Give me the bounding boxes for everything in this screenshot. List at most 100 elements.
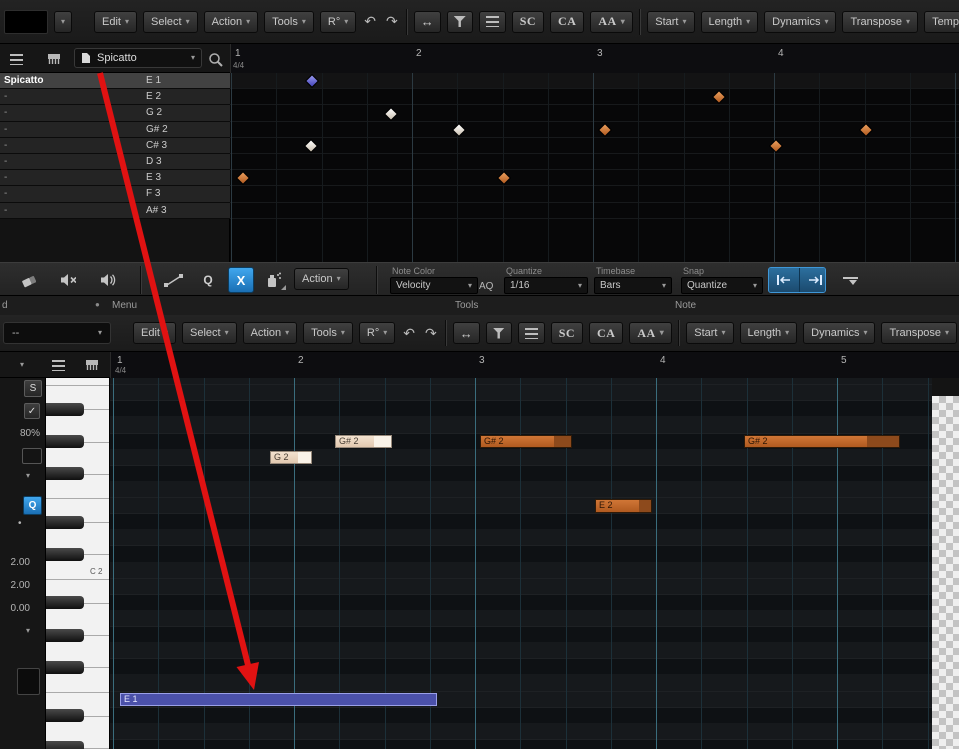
chevron-down-icon[interactable]: ▾: [20, 361, 24, 369]
paint-tool-button[interactable]: [258, 268, 288, 292]
snap-select[interactable]: Quantize ▾: [681, 277, 763, 294]
piano-key-white[interactable]: [46, 450, 109, 466]
ca-tool-button[interactable]: CA: [589, 322, 624, 344]
midi-note[interactable]: G# 2: [480, 434, 572, 449]
track-list-icon[interactable]: [10, 54, 23, 65]
solo-button[interactable]: S: [24, 380, 42, 397]
range-tool-button[interactable]: ↔: [452, 322, 480, 344]
undo-button[interactable]: ↶: [362, 13, 378, 30]
select-menu-button[interactable]: Select ▾: [142, 10, 198, 33]
start-menu-button[interactable]: Start ▾: [686, 322, 734, 344]
select-menu-button[interactable]: Select ▾: [181, 322, 237, 344]
drum-row[interactable]: - E 3: [0, 170, 230, 187]
piano-key-white[interactable]: [46, 482, 109, 498]
zoom-tool-button[interactable]: Q: [196, 268, 220, 292]
piano-key-white[interactable]: [46, 643, 109, 659]
piano-key-white[interactable]: [46, 385, 109, 401]
tools-menu-button[interactable]: Tools ▾: [303, 322, 353, 344]
piano-key-black[interactable]: [46, 402, 84, 416]
edit-menu-button[interactable]: Edit ▾: [133, 322, 176, 344]
start-menu-button[interactable]: Start ▾: [647, 10, 695, 33]
drum-row[interactable]: - A# 3: [0, 202, 230, 219]
tool-box[interactable]: [17, 668, 40, 695]
drum-row[interactable]: - F 3: [0, 186, 230, 203]
track-list-icon[interactable]: [52, 360, 65, 371]
midi-note[interactable]: G# 2: [744, 434, 900, 449]
checkbox[interactable]: ✓: [24, 403, 40, 419]
redo-button[interactable]: ↷: [384, 13, 400, 30]
sc-tool-button[interactable]: SC: [550, 322, 584, 344]
filter-tool-button[interactable]: [446, 10, 473, 33]
midi-note[interactable]: G 2: [270, 450, 312, 465]
action-menu-button[interactable]: Action ▾: [203, 10, 259, 33]
drum-grid[interactable]: [230, 73, 959, 262]
drum-row[interactable]: - E 2: [0, 89, 230, 106]
mute-tool-button[interactable]: [54, 268, 82, 292]
range-tool-button[interactable]: ↔: [413, 10, 441, 33]
nudge-start-button[interactable]: [769, 268, 800, 292]
nudge-end-button[interactable]: [800, 268, 825, 292]
piano-key-white[interactable]: [46, 611, 109, 627]
action-menu-button[interactable]: Action ▾: [294, 268, 349, 290]
drum-row[interactable]: Spicatto E 1: [0, 73, 230, 90]
chevron-down-icon[interactable]: ▾: [26, 472, 30, 480]
brush-icon[interactable]: [84, 358, 100, 372]
piano-key-black[interactable]: [46, 515, 84, 529]
aa-tool-button[interactable]: AA ▾: [590, 10, 634, 33]
track-selector[interactable]: -- ▾: [3, 322, 111, 344]
drum-row[interactable]: - G 2: [0, 105, 230, 122]
piano-key-white[interactable]: [46, 530, 109, 546]
sc-tool-button[interactable]: SC: [511, 10, 545, 33]
aq-toggle[interactable]: AQ: [479, 281, 493, 292]
ca-tool-button[interactable]: CA: [550, 10, 585, 33]
note-color-select[interactable]: Velocity ▾: [390, 277, 478, 294]
piano-key-black[interactable]: [46, 628, 84, 642]
piano-key-white[interactable]: [46, 417, 109, 433]
instrument-dropdown-button[interactable]: ▾: [54, 10, 72, 33]
tempo-menu-button[interactable]: Tempo▾: [924, 10, 959, 33]
midi-note[interactable]: E 1: [120, 692, 437, 707]
piano-key-white[interactable]: [46, 498, 109, 514]
transpose-menu-button[interactable]: Transpose ▾: [842, 10, 919, 33]
filter-tool-button[interactable]: [485, 322, 512, 344]
chevron-down-icon[interactable]: ▾: [26, 627, 30, 635]
eraser-tool-button[interactable]: [14, 268, 42, 292]
list-view-button[interactable]: [478, 10, 506, 33]
piano-timeline-ruler[interactable]: [110, 352, 959, 378]
edit-menu-button[interactable]: Edit ▾: [94, 10, 137, 33]
listen-tool-button[interactable]: [94, 268, 122, 292]
instrument-display-box[interactable]: [4, 9, 48, 34]
transpose-menu-button[interactable]: Transpose ▾: [881, 322, 958, 344]
quantize-button[interactable]: Q: [23, 496, 42, 515]
piano-key-white[interactable]: [46, 724, 109, 740]
length-menu-button[interactable]: Length ▾: [700, 10, 759, 33]
magnifier-icon[interactable]: [208, 52, 224, 68]
record-mode-button[interactable]: R° ▾: [319, 10, 357, 33]
curve-tool-button[interactable]: [158, 268, 190, 292]
piano-key-black[interactable]: [46, 467, 84, 481]
velocity-fader-button[interactable]: [836, 268, 864, 292]
piano-key-black[interactable]: [46, 596, 84, 610]
piano-key-black[interactable]: [46, 709, 84, 723]
drum-row[interactable]: - G# 2: [0, 121, 230, 138]
length-menu-button[interactable]: Length ▾: [739, 322, 798, 344]
piano-key-black[interactable]: [46, 660, 84, 674]
drum-timeline-ruler[interactable]: [230, 44, 959, 73]
quantize-select[interactable]: 1/16 ▾: [504, 277, 588, 294]
piano-roll-grid[interactable]: G# 2 G 2 G# 2 E 2 G# 2 E 1: [110, 378, 932, 749]
value-box[interactable]: [22, 448, 42, 464]
timebase-select[interactable]: Bars ▾: [594, 277, 672, 294]
list-view-button[interactable]: [517, 322, 545, 344]
x-tool-button[interactable]: X: [228, 267, 254, 293]
piano-key-white[interactable]: [46, 579, 109, 595]
piano-key-black[interactable]: [46, 741, 84, 749]
piano-key-white[interactable]: [46, 675, 109, 691]
piano-key-white[interactable]: [46, 692, 109, 708]
brush-icon[interactable]: [46, 52, 62, 66]
aa-tool-button[interactable]: AA ▾: [629, 322, 673, 344]
midi-note[interactable]: E 2: [595, 499, 652, 513]
midi-note[interactable]: G# 2: [335, 434, 392, 449]
drum-row[interactable]: - C# 3: [0, 137, 230, 154]
piano-key-white[interactable]: [46, 378, 109, 385]
piano-keyboard[interactable]: C 2: [46, 378, 110, 749]
